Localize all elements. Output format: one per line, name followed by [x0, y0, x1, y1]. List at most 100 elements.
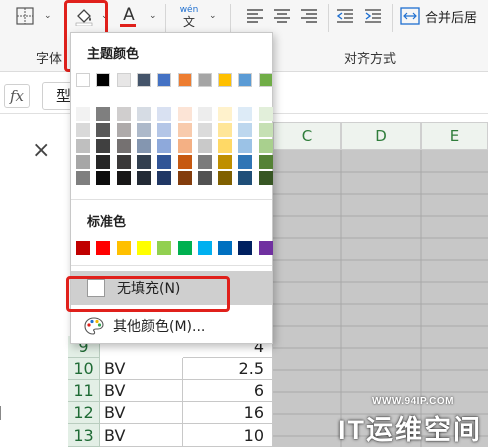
standard-color-swatch[interactable] — [218, 241, 233, 255]
theme-shade-swatch[interactable] — [258, 107, 273, 121]
standard-color-swatch[interactable] — [116, 241, 131, 255]
align-center-button[interactable] — [271, 5, 293, 27]
theme-shade-swatch[interactable] — [116, 155, 131, 169]
theme-shade-swatch[interactable] — [96, 123, 111, 137]
borders-button[interactable] — [12, 4, 38, 28]
theme-shade-swatch[interactable] — [96, 139, 111, 153]
theme-shade-swatch[interactable] — [116, 139, 131, 153]
theme-shade-swatch[interactable] — [96, 171, 111, 185]
table-cell[interactable]: BV — [100, 424, 183, 447]
theme-shade-swatch[interactable] — [116, 107, 131, 121]
theme-shade-swatch[interactable] — [157, 171, 172, 185]
theme-shade-swatch[interactable] — [177, 123, 192, 137]
column-header-d[interactable]: D — [341, 122, 421, 150]
merge-center-button[interactable]: 合并后居 — [400, 5, 488, 27]
theme-shade-swatch[interactable] — [218, 155, 233, 169]
theme-shade-swatch[interactable] — [258, 155, 273, 169]
standard-color-swatch[interactable] — [157, 241, 172, 255]
theme-shade-swatch[interactable] — [157, 107, 172, 121]
pinyin-dropdown-icon[interactable]: ⌄ — [209, 11, 217, 21]
row-header[interactable]: 12 — [68, 402, 100, 424]
row-header[interactable]: 10 — [68, 358, 100, 380]
theme-shade-swatch[interactable] — [258, 123, 273, 137]
theme-shade-swatch[interactable] — [177, 171, 192, 185]
theme-shade-swatch[interactable] — [76, 107, 90, 121]
theme-shade-swatch[interactable] — [238, 123, 253, 137]
theme-shade-swatch[interactable] — [177, 139, 192, 153]
standard-color-swatch[interactable] — [197, 241, 212, 255]
theme-color-swatch[interactable] — [197, 73, 212, 87]
theme-shade-swatch[interactable] — [218, 107, 233, 121]
theme-shade-swatch[interactable] — [136, 123, 151, 137]
theme-shade-swatch[interactable] — [136, 107, 151, 121]
theme-shade-swatch[interactable] — [76, 171, 90, 185]
theme-shade-swatch[interactable] — [76, 155, 90, 169]
theme-shade-swatch[interactable] — [96, 107, 111, 121]
theme-shade-swatch[interactable] — [258, 171, 273, 185]
table-cell[interactable]: 10 — [183, 424, 273, 447]
more-colors-item[interactable]: 其他颜色(M)... — [71, 311, 272, 341]
standard-color-swatch[interactable] — [136, 241, 151, 255]
font-color-dropdown-icon[interactable]: ⌄ — [149, 11, 157, 21]
insert-function-button[interactable]: fx — [4, 84, 30, 108]
theme-shade-swatch[interactable] — [116, 123, 131, 137]
column-header-c[interactable]: C — [273, 122, 341, 150]
theme-shade-swatch[interactable] — [197, 171, 212, 185]
theme-shade-swatch[interactable] — [218, 123, 233, 137]
theme-color-swatch[interactable] — [258, 73, 273, 87]
theme-shade-swatch[interactable] — [197, 123, 212, 137]
theme-shade-swatch[interactable] — [76, 139, 90, 153]
theme-shade-swatch[interactable] — [218, 139, 233, 153]
standard-color-swatch[interactable] — [96, 241, 111, 255]
table-cell[interactable]: 2.5 — [183, 358, 273, 380]
theme-shade-swatch[interactable] — [157, 139, 172, 153]
table-cell[interactable]: BV — [100, 358, 183, 380]
theme-shade-swatch[interactable] — [218, 171, 233, 185]
theme-shade-swatch[interactable] — [136, 171, 151, 185]
close-icon[interactable]: × — [32, 138, 50, 163]
table-cell[interactable]: 6 — [183, 380, 273, 402]
theme-shade-swatch[interactable] — [197, 139, 212, 153]
theme-shade-swatch[interactable] — [116, 171, 131, 185]
align-right-button[interactable] — [298, 5, 320, 27]
pinyin-guide-button[interactable]: wén 文 — [176, 5, 202, 31]
theme-shade-swatch[interactable] — [76, 123, 90, 137]
theme-shade-swatch[interactable] — [238, 155, 253, 169]
theme-shade-swatch[interactable] — [177, 107, 192, 121]
standard-color-swatch[interactable] — [258, 241, 273, 255]
align-center-icon — [274, 9, 290, 23]
theme-color-swatch[interactable] — [136, 73, 151, 87]
theme-shade-swatch[interactable] — [197, 107, 212, 121]
theme-color-swatch[interactable] — [177, 73, 192, 87]
theme-color-swatch[interactable] — [157, 73, 172, 87]
theme-color-swatch[interactable] — [238, 73, 253, 87]
borders-dropdown-icon[interactable]: ⌄ — [44, 11, 52, 21]
theme-shade-swatch[interactable] — [238, 139, 253, 153]
theme-shade-swatch[interactable] — [157, 123, 172, 137]
row-header[interactable]: 13 — [68, 424, 100, 447]
theme-color-swatch[interactable] — [116, 73, 131, 87]
table-cell[interactable]: BV — [100, 380, 183, 402]
align-left-button[interactable] — [244, 5, 266, 27]
theme-color-swatch[interactable] — [76, 73, 90, 87]
theme-shade-swatch[interactable] — [238, 171, 253, 185]
decrease-indent-button[interactable] — [334, 5, 356, 27]
theme-shade-swatch[interactable] — [136, 139, 151, 153]
column-header-e[interactable]: E — [421, 122, 488, 150]
theme-shade-swatch[interactable] — [136, 155, 151, 169]
increase-indent-button[interactable] — [362, 5, 384, 27]
theme-shade-swatch[interactable] — [177, 155, 192, 169]
standard-color-swatch[interactable] — [177, 241, 192, 255]
row-header[interactable]: 11 — [68, 380, 100, 402]
theme-shade-swatch[interactable] — [96, 155, 111, 169]
theme-shade-swatch[interactable] — [258, 139, 273, 153]
standard-color-swatch[interactable] — [76, 241, 90, 255]
table-cell[interactable]: 16 — [183, 402, 273, 424]
theme-color-swatch[interactable] — [96, 73, 111, 87]
table-cell[interactable]: BV — [100, 402, 183, 424]
theme-color-swatch[interactable] — [218, 73, 233, 87]
theme-shade-swatch[interactable] — [197, 155, 212, 169]
theme-shade-swatch[interactable] — [157, 155, 172, 169]
theme-shade-swatch[interactable] — [238, 107, 253, 121]
standard-color-swatch[interactable] — [238, 241, 253, 255]
